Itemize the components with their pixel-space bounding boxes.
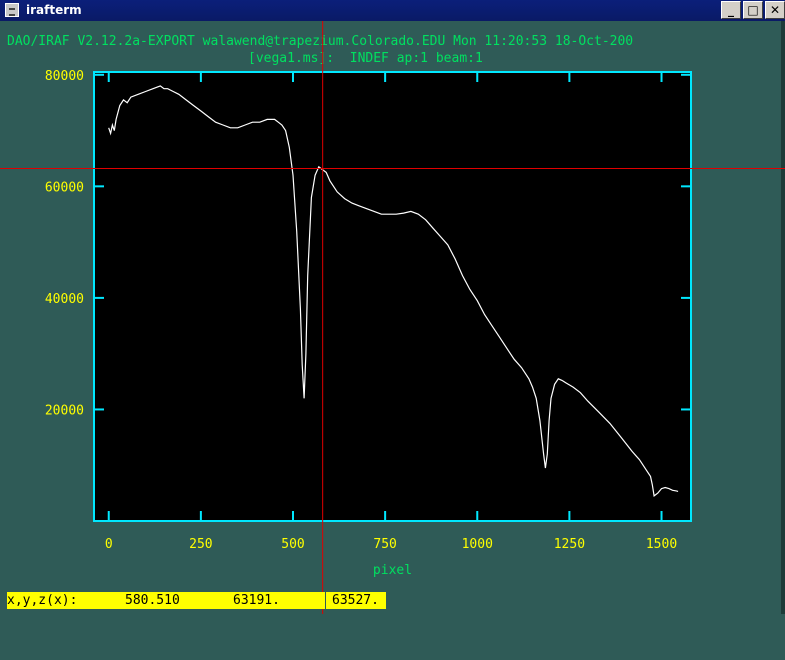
spectrum-plot[interactable]: 0 250 500 750 1000 1250 1500 20000 40000 60000 800… (0, 0, 785, 614)
x-tick-label: 1000 (462, 537, 493, 552)
cursor-z-value: 63527. (326, 592, 386, 609)
x-tick-label: 0 (105, 537, 113, 552)
x-tick-label: 500 (281, 537, 304, 552)
x-tick-label: 750 (373, 537, 396, 552)
y-tick-label: 60000 (45, 180, 84, 195)
x-tick-label: 250 (189, 537, 212, 552)
y-tick-label: 80000 (45, 69, 84, 84)
plot-area (94, 72, 691, 521)
cursor-x-value: 580.510 (125, 593, 180, 608)
y-tick-label: 40000 (45, 292, 84, 307)
cursor-readout-label: x,y,z(x): (7, 593, 78, 608)
x-tick-label: 1250 (554, 537, 585, 552)
y-tick-label: 20000 (45, 403, 84, 418)
cursor-readout-bar: x,y,z(x): 580.510 63191. (7, 592, 325, 609)
x-axis-label: pixel (373, 563, 412, 578)
cursor-y-value: 63191. (233, 593, 280, 608)
x-tick-label: 1500 (646, 537, 677, 552)
